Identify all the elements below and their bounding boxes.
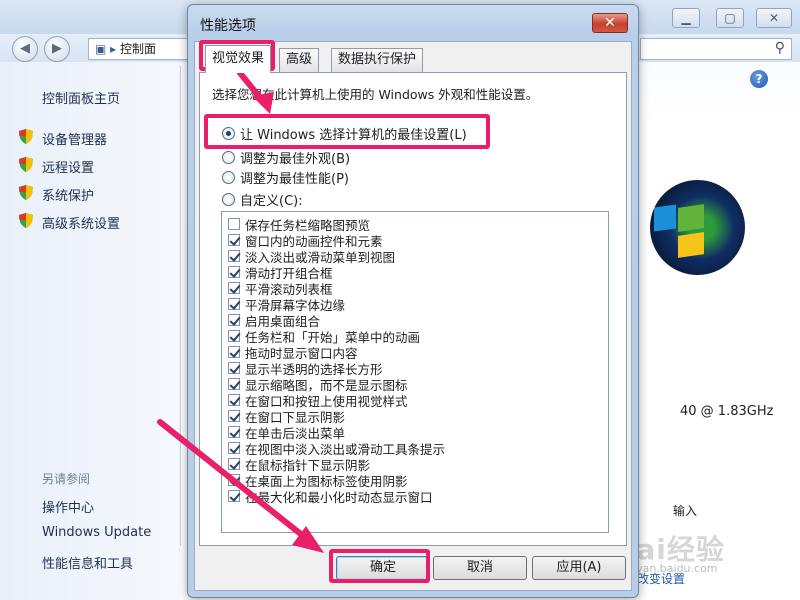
tab-visual-effects[interactable]: 视觉效果 bbox=[205, 45, 272, 73]
see-also-action-center[interactable]: 操作中心 bbox=[42, 497, 94, 516]
checkbox[interactable] bbox=[228, 394, 240, 406]
sidebar-home-link[interactable]: 控制面板主页 bbox=[42, 88, 120, 107]
pen-input-text: 输入 bbox=[673, 504, 698, 518]
address-bar[interactable]: ▣ ▸ 控制面 bbox=[88, 38, 198, 60]
see-also-windows-update[interactable]: Windows Update bbox=[42, 525, 151, 540]
minimize-button[interactable]: ▁ bbox=[672, 8, 700, 28]
forward-button[interactable]: ▶ bbox=[44, 36, 70, 62]
radio-button[interactable] bbox=[222, 150, 235, 164]
checkbox[interactable] bbox=[228, 282, 240, 294]
see-also-heading: 另请参阅 bbox=[42, 472, 91, 486]
radio-button[interactable] bbox=[222, 170, 235, 184]
checkbox[interactable] bbox=[228, 426, 240, 438]
apply-button[interactable]: 应用(A) bbox=[532, 556, 626, 580]
cancel-button[interactable]: 取消 bbox=[433, 556, 527, 580]
checkbox[interactable] bbox=[228, 266, 240, 278]
highlight-ok-button bbox=[329, 549, 430, 583]
radio-label: 自定义(C): bbox=[240, 193, 303, 209]
checkbox[interactable] bbox=[228, 490, 240, 502]
shield-icon bbox=[19, 185, 33, 200]
sidebar-item-advanced-settings[interactable]: 高级系统设置 bbox=[42, 213, 120, 232]
checkbox[interactable] bbox=[228, 314, 240, 326]
checkbox[interactable] bbox=[228, 298, 240, 310]
checkbox[interactable] bbox=[228, 218, 240, 230]
checkbox[interactable] bbox=[228, 410, 240, 422]
list-item[interactable]: 在最大化和最小化时动态显示窗口 bbox=[228, 488, 433, 505]
see-also-performance-tools[interactable]: 性能信息和工具 bbox=[42, 553, 133, 572]
sidebar-item-remote-settings[interactable]: 远程设置 bbox=[42, 157, 94, 176]
checkbox[interactable] bbox=[228, 362, 240, 374]
computer-icon: ▣ ▸ bbox=[95, 42, 120, 56]
dialog-title: 性能选项 bbox=[200, 18, 256, 34]
help-icon[interactable]: ? bbox=[750, 70, 768, 88]
intro-text: 选择您想在此计算机上使用的 Windows 外观和性能设置。 bbox=[212, 87, 539, 102]
checkbox[interactable] bbox=[228, 330, 240, 342]
checkbox[interactable] bbox=[228, 378, 240, 390]
radio-label: 调整为最佳性能(P) bbox=[240, 171, 349, 187]
highlight-best-settings-option bbox=[204, 114, 490, 149]
radio-best-appearance[interactable]: 调整为最佳外观(B) bbox=[222, 148, 351, 167]
performance-options-dialog: 性能选项 ✕ 视觉效果 高级 数据执行保护 选择您想在此计算机上使用的 Wind… bbox=[187, 4, 639, 598]
windows-logo bbox=[650, 180, 745, 275]
checkbox[interactable] bbox=[228, 474, 240, 486]
checkbox[interactable] bbox=[228, 346, 240, 358]
radio-button[interactable] bbox=[222, 192, 235, 206]
shield-icon bbox=[19, 213, 33, 228]
radio-best-performance[interactable]: 调整为最佳性能(P) bbox=[222, 168, 349, 187]
search-icon: ⚲ bbox=[774, 40, 785, 56]
checkbox[interactable] bbox=[228, 442, 240, 454]
shield-icon bbox=[19, 157, 33, 172]
checkbox[interactable] bbox=[228, 458, 240, 470]
back-button[interactable]: ◀ bbox=[12, 36, 38, 62]
tab-data-execution-prevention[interactable]: 数据执行保护 bbox=[331, 48, 424, 72]
sidebar-item-device-manager[interactable]: 设备管理器 bbox=[42, 129, 107, 148]
shield-icon bbox=[19, 129, 33, 144]
address-text: 控制面 bbox=[120, 42, 157, 56]
tab-advanced[interactable]: 高级 bbox=[279, 48, 320, 72]
visual-effects-list[interactable]: 保存任务栏缩略图预览 窗口内的动画控件和元素 淡入淡出或滑动菜单到视图 滑动打开组合框… bbox=[221, 211, 609, 533]
maximize-button[interactable]: ▢ bbox=[716, 8, 744, 28]
sidebar-item-system-protection[interactable]: 系统保护 bbox=[42, 185, 94, 204]
checkbox[interactable] bbox=[228, 250, 240, 262]
list-item-label: 在最大化和最小化时动态显示窗口 bbox=[245, 489, 433, 505]
cpu-info-text: 40 @ 1.83GHz bbox=[680, 404, 774, 419]
search-input[interactable]: ⚲ bbox=[640, 38, 792, 60]
radio-custom[interactable]: 自定义(C): bbox=[222, 190, 303, 209]
radio-label: 调整为最佳外观(B) bbox=[240, 151, 351, 167]
checkbox[interactable] bbox=[228, 234, 240, 246]
dialog-close-button[interactable]: ✕ bbox=[592, 13, 628, 33]
window-close-button[interactable]: ✕ bbox=[756, 8, 792, 28]
